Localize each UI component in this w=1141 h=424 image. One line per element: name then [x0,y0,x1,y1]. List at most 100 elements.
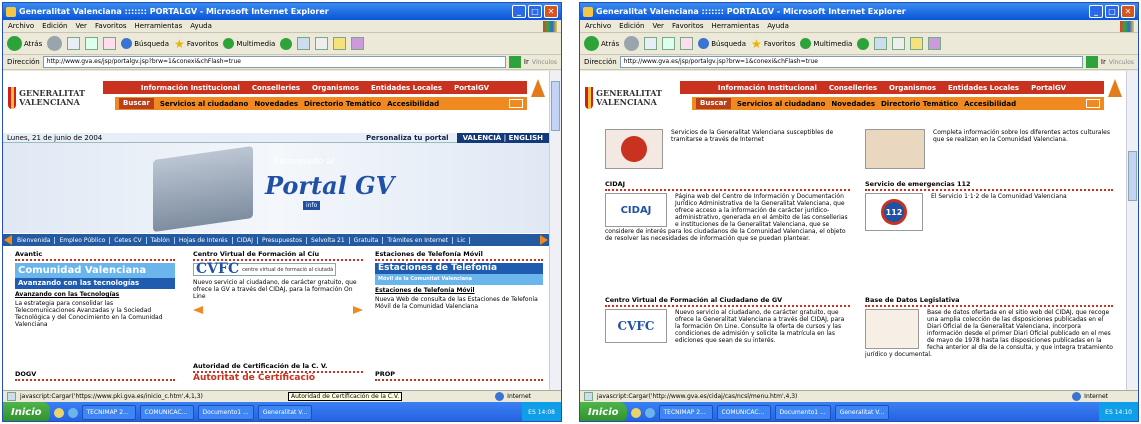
quick-link[interactable]: Lic [457,236,471,244]
menu-archivo[interactable]: Archivo [8,22,34,30]
prev-arrow-icon[interactable] [193,306,203,314]
refresh-button[interactable] [85,37,99,50]
menu-ver[interactable]: Ver [76,22,87,30]
nav-accesibilidad[interactable]: Accesibilidad [387,100,439,108]
quick-link[interactable]: CIDAJ [237,236,258,244]
favorites-button[interactable]: ★ Favoritos [751,37,795,51]
mail-icon[interactable] [509,99,523,108]
address-input[interactable]: http://www.gva.es/jsp/portalgv.jsp?brw=1… [619,56,1083,68]
vertical-scrollbar[interactable] [549,71,561,390]
start-button[interactable]: Inicio [580,402,627,421]
scrollbar-thumb[interactable] [551,81,560,131]
nav-organismos[interactable]: Organismos [889,84,936,92]
cvfc-logo[interactable]: CVFC [605,309,667,343]
forward-button[interactable] [47,36,63,51]
legislation-image[interactable] [865,309,919,349]
nav-entidades[interactable]: Entidades Locales [948,84,1019,92]
taskbar-item[interactable]: TECNIMAP 2... [81,405,136,420]
language-indicator[interactable]: ES [528,409,536,416]
nav-servicios[interactable]: Servicios al ciudadano [160,100,249,108]
quick-link[interactable]: Tablón [151,236,175,244]
links-label[interactable]: Vínculos [532,59,557,66]
nav-portalgv[interactable]: PortalGV [1031,84,1066,92]
nav-servicios[interactable]: Servicios al ciudadano [737,100,826,108]
go-label[interactable]: Ir [1101,58,1106,66]
address-input[interactable]: http://www.gva.es/jsp/portalgv.jsp?brw=1… [42,56,506,68]
multimedia-button[interactable]: Multimedia [223,38,275,49]
close-button[interactable]: ✕ [1121,5,1135,18]
nav-novedades[interactable]: Novedades [831,100,875,108]
folder-button[interactable] [333,37,347,50]
scroll-right-arrow-icon[interactable] [540,235,548,245]
internet-services-image[interactable] [605,129,663,169]
messenger-button[interactable] [351,37,365,50]
quick-link[interactable]: Gratuita [354,236,384,244]
quick-launch-icon[interactable] [644,407,655,418]
quick-link[interactable]: Empleo Público [59,236,111,244]
emergency-heading[interactable]: Servicio de emergencias 112 [865,181,1113,191]
stop-button[interactable] [67,37,81,50]
menu-ayuda[interactable]: Ayuda [190,22,212,30]
dogv-heading[interactable]: DOGV [15,371,175,381]
language-switch[interactable]: VALENCIÀ | ENGLISH [456,132,549,143]
menu-favoritos[interactable]: Favoritos [95,22,127,30]
quick-launch-icon[interactable] [53,407,64,418]
menu-ver[interactable]: Ver [653,22,664,30]
telefonia-banner-title[interactable]: Estaciones de Telefonía [375,263,543,274]
quick-link[interactable]: Selvolta 21 [311,236,350,244]
menu-favoritos[interactable]: Favoritos [672,22,704,30]
go-button[interactable] [508,56,521,68]
buscar-button[interactable]: Buscar [696,98,731,109]
telefonia-banner-subtitle[interactable]: Móvil de la Comunitat Valenciana [375,274,543,285]
links-label[interactable]: Vínculos [1109,59,1134,66]
taskbar-item[interactable]: Generalitat V... [257,405,313,420]
minimize-button[interactable]: _ [1089,5,1103,18]
nav-conselleries[interactable]: Conselleries [252,84,300,92]
quick-link[interactable]: Hojas de Interés [179,236,233,244]
language-indicator[interactable]: ES [1105,409,1113,416]
mail-button[interactable] [874,37,888,50]
next-arrow-icon[interactable] [353,306,363,314]
taskbar-item[interactable]: COMUNICAC... [139,405,194,420]
taskbar-item[interactable]: Generalitat V... [834,405,890,420]
nav-informacion[interactable]: Información Institucional [141,84,240,92]
home-button[interactable] [103,37,117,50]
stop-button[interactable] [644,37,658,50]
certificacion-heading[interactable]: Autoridad de Certificación de la C. V. [193,363,363,373]
legislation-heading[interactable]: Base de Datos Legislativa [865,297,1113,307]
back-button[interactable]: Atrás [584,36,619,51]
certificacion-logo[interactable]: Autoritat de Certificació [193,374,363,383]
nav-conselleries[interactable]: Conselleries [829,84,877,92]
nav-accesibilidad[interactable]: Accesibilidad [964,100,1016,108]
multimedia-button[interactable]: Multimedia [800,38,852,49]
cidaj-logo[interactable]: CIDAJ [605,193,667,227]
quick-launch-icon[interactable] [630,407,641,418]
nav-directorio[interactable]: Directorio Temático [881,100,958,108]
history-button[interactable] [857,37,870,50]
quick-link[interactable]: Trámites en Internet [387,236,454,244]
print-button[interactable] [315,37,329,50]
close-button[interactable]: ✕ [544,5,558,18]
search-button[interactable]: Búsqueda [121,38,169,49]
menu-herramientas[interactable]: Herramientas [712,22,760,30]
quick-link[interactable]: Presupuestos [262,236,308,244]
avantic-banner-title[interactable]: Comunidad Valenciana [15,263,175,278]
nav-portalgv[interactable]: PortalGV [454,84,489,92]
menu-edicion[interactable]: Edición [619,22,644,30]
folder-button[interactable] [910,37,924,50]
nav-informacion[interactable]: Información Institucional [718,84,817,92]
menu-archivo[interactable]: Archivo [585,22,611,30]
nav-novedades[interactable]: Novedades [254,100,298,108]
taskbar-item[interactable]: Documento1 ... [774,405,831,420]
taskbar-item[interactable]: Documento1 ... [197,405,254,420]
go-button[interactable] [1085,56,1098,68]
maximize-button[interactable]: □ [1105,5,1119,18]
buscar-button[interactable]: Buscar [119,98,154,109]
vertical-scrollbar[interactable] [1126,71,1138,390]
home-button[interactable] [680,37,694,50]
nav-entidades[interactable]: Entidades Locales [371,84,442,92]
site-logo[interactable]: GENERALITAT VALENCIANA [8,79,100,117]
favorites-button[interactable]: ★ Favoritos [174,37,218,51]
emergency-logo[interactable]: 112 [865,193,923,231]
quick-link[interactable]: Bienvenida [17,236,56,244]
